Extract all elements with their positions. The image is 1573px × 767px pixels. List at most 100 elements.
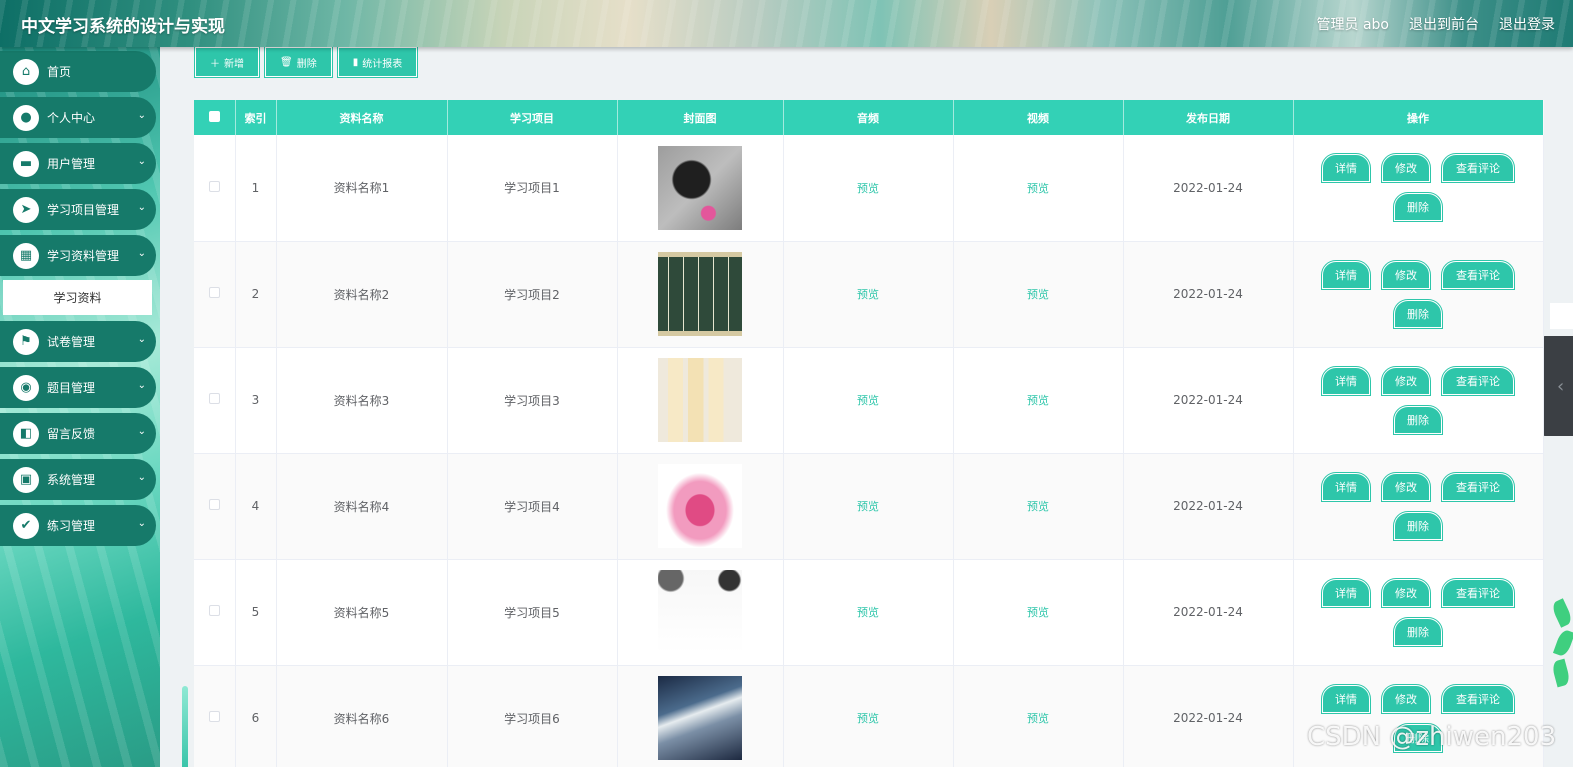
edit-button[interactable]: 修改 [1381,365,1431,396]
cover-image [658,676,742,760]
row-checkbox[interactable] [208,711,220,722]
logout-link[interactable]: 退出登录 [1499,14,1555,34]
row-checkbox[interactable] [208,605,220,616]
decorative-plant [1550,598,1573,720]
add-button[interactable]: ＋ 新增 [194,46,260,78]
audio-preview-link[interactable]: 预览 [857,182,879,195]
view-comments-button[interactable]: 查看评论 [1441,365,1515,396]
detail-button[interactable]: 详情 [1321,153,1371,184]
view-comments-button[interactable]: 查看评论 [1441,471,1515,502]
video-preview-link[interactable]: 预览 [1027,500,1049,513]
video-cell: 预览 [953,559,1124,666]
sidebar-item-3[interactable]: ➤ 学习项目管理 ⌄ [0,189,156,230]
view-comments-button[interactable]: 查看评论 [1441,153,1515,184]
grid-icon: ▦ [13,242,39,269]
name-cell: 资料名称1 [276,135,448,242]
column-header-project: 学习项目 [447,100,618,135]
column-header-cover: 封面图 [617,100,784,135]
detail-button[interactable]: 详情 [1321,683,1371,714]
detail-button[interactable]: 详情 [1321,577,1371,608]
submenu-item-learning-materials[interactable]: 学习资料 [3,280,152,315]
video-preview-link[interactable]: 预览 [1027,182,1049,195]
row-actions: 详情 修改 查看评论删除 [1308,577,1528,647]
view-comments-button[interactable]: 查看评论 [1441,683,1515,714]
edit-button[interactable]: 修改 [1381,471,1431,502]
sidebar-item-2[interactable]: ▬ 用户管理 ⌄ [0,143,156,184]
project-cell: 学习项目3 [447,347,618,454]
edit-button[interactable]: 修改 [1381,683,1431,714]
sidebar-item-9[interactable]: ✔ 练习管理 ⌄ [0,505,156,546]
sidebar-item-5[interactable]: ⚑ 试卷管理 ⌄ [0,321,156,362]
row-select-cell [194,665,236,767]
sidebar-item-label: 用户管理 [47,157,96,171]
header-links: 管理员 abo 退出到前台 退出登录 [1317,14,1555,34]
sidebar-item-0[interactable]: ⌂ 首页 [0,51,156,92]
leaf-shape [1550,598,1573,628]
video-cell: 预览 [953,135,1124,242]
audio-preview-link[interactable]: 预览 [857,288,879,301]
video-preview-link[interactable]: 预览 [1027,712,1049,725]
side-panel-toggle[interactable]: ‹ [1541,336,1573,436]
row-delete-button[interactable]: 删除 [1393,510,1443,541]
actions-cell: 详情 修改 查看评论删除 [1293,347,1544,454]
chevron-down-icon: ⌄ [137,202,146,213]
chevron-down-icon: ⌄ [137,426,146,437]
video-preview-link[interactable]: 预览 [1027,288,1049,301]
audio-preview-link[interactable]: 预览 [857,500,879,513]
app-title: 中文学习系统的设计与实现 [21,17,225,37]
row-checkbox[interactable] [208,393,220,404]
delete-button[interactable]: 🗑 删除 [264,46,333,78]
sidebar-item-1[interactable]: ● 个人中心 ⌄ [0,97,156,138]
edit-button[interactable]: 修改 [1381,259,1431,290]
audio-preview-link[interactable]: 预览 [857,606,879,619]
video-preview-link[interactable]: 预览 [1027,606,1049,619]
column-header-index: 索引 [235,100,277,135]
audio-preview-link[interactable]: 预览 [857,394,879,407]
column-header-name: 资料名称 [276,100,448,135]
row-actions: 详情 修改 查看评论删除 [1308,365,1528,435]
index-cell: 5 [235,559,277,666]
cover-cell [617,347,784,454]
report-button[interactable]: ▮ 统计报表 [336,46,419,78]
row-delete-button[interactable]: 删除 [1393,616,1443,647]
view-comments-button[interactable]: 查看评论 [1441,577,1515,608]
side-tab [1550,303,1573,329]
row-checkbox[interactable] [208,499,220,510]
sidebar-item-8[interactable]: ▣ 系统管理 ⌄ [0,459,156,500]
watermark: CSDN @zhiwen203 [1307,722,1557,752]
report-button-label: 统计报表 [362,58,403,70]
row-select-cell [194,135,236,242]
detail-button[interactable]: 详情 [1321,365,1371,396]
toolbar: ＋ 新增 🗑 删除 ▮ 统计报表 [194,46,419,78]
actions-cell: 详情 修改 查看评论删除 [1293,559,1544,666]
video-preview-link[interactable]: 预览 [1027,394,1049,407]
row-delete-button[interactable]: 删除 [1393,404,1443,435]
table-row: 3 资料名称3 学习项目3 预览 预览 2022-01-24 详情 修改 查看评论 删除 [194,347,1544,454]
edit-button[interactable]: 修改 [1381,153,1431,184]
front-link[interactable]: 退出到前台 [1409,14,1479,34]
audio-preview-link[interactable]: 预览 [857,712,879,725]
row-checkbox[interactable] [208,180,220,192]
project-cell: 学习项目2 [447,241,618,348]
row-select-cell [194,347,236,454]
select-all-header[interactable] [194,100,236,135]
chevron-down-icon: ⌄ [137,248,146,259]
detail-button[interactable]: 详情 [1321,471,1371,502]
sidebar-item-7[interactable]: ◧ 留言反馈 ⌄ [0,413,156,454]
detail-button[interactable]: 详情 [1321,259,1371,290]
row-select-cell [194,559,236,666]
select-all-checkbox[interactable] [208,110,220,122]
column-header-audio: 音频 [783,100,954,135]
date-cell: 2022-01-24 [1123,241,1294,348]
sidebar-item-4[interactable]: ▦ 学习资料管理 ⌄ [0,235,156,276]
edit-button[interactable]: 修改 [1381,577,1431,608]
audio-cell: 预览 [783,135,954,242]
table-row: 2 资料名称2 学习项目2 预览 预览 2022-01-24 详情 修改 查看评论 删除 [194,241,1544,348]
row-delete-button[interactable]: 删除 [1393,192,1443,223]
row-delete-button[interactable]: 删除 [1393,298,1443,329]
sidebar-item-6[interactable]: ◉ 题目管理 ⌄ [0,367,156,408]
view-comments-button[interactable]: 查看评论 [1441,259,1515,290]
cover-image [658,145,742,230]
cover-image [658,570,742,654]
row-checkbox[interactable] [208,287,220,298]
